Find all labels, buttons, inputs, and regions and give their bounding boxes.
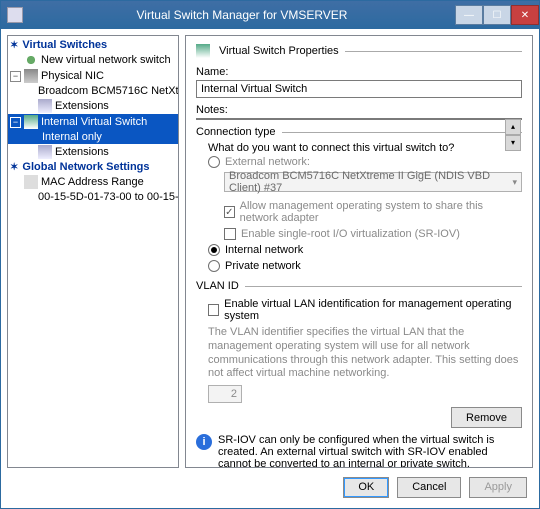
radio-icon: [208, 244, 220, 256]
tree-extensions-2[interactable]: Extensions: [8, 144, 178, 160]
radio-icon: [208, 260, 220, 272]
mac-icon: [24, 175, 38, 189]
external-adapter-combo: Broadcom BCM5716C NetXtreme II GigE (NDI…: [224, 172, 522, 192]
dialog-footer: OK Cancel Apply: [1, 474, 539, 508]
tree-header-global[interactable]: ✶Global Network Settings: [8, 160, 178, 174]
radio-external[interactable]: External network:: [208, 156, 522, 168]
tree-internal-only[interactable]: Internal only: [8, 130, 178, 144]
collapse-icon[interactable]: −: [10, 117, 21, 128]
switch-icon: [196, 44, 210, 58]
app-icon: [7, 7, 23, 23]
plug-icon: [24, 53, 38, 67]
vlan-heading: VLAN ID: [196, 280, 239, 292]
tree-broadcom[interactable]: Broadcom BCM5716C NetXtreme II…: [8, 84, 178, 98]
maximize-button[interactable]: ☐: [483, 5, 511, 25]
switch-icon: [24, 115, 38, 129]
cancel-button[interactable]: Cancel: [397, 477, 461, 498]
name-label: Name:: [196, 66, 522, 78]
remove-button[interactable]: Remove: [451, 407, 522, 428]
tree-extensions-1[interactable]: Extensions: [8, 98, 178, 114]
tree-pane: ✶Virtual Switches New virtual network sw…: [7, 35, 179, 468]
notes-input[interactable]: ▴▾: [196, 118, 522, 120]
collapse-icon[interactable]: −: [10, 71, 21, 82]
info-icon: i: [196, 434, 212, 450]
divider: [245, 286, 522, 287]
ok-button[interactable]: OK: [343, 477, 389, 498]
notes-label: Notes:: [196, 104, 522, 116]
extensions-icon: [38, 99, 52, 113]
tree-header-label: Virtual Switches: [22, 39, 107, 51]
name-input[interactable]: [196, 80, 522, 98]
radio-internal[interactable]: Internal network: [208, 244, 522, 256]
info-text: SR-IOV can only be configured when the v…: [218, 434, 522, 468]
divider: [345, 51, 522, 52]
tree-internal-switch[interactable]: −Internal Virtual Switch: [8, 114, 178, 130]
checkbox-allow-mgmt: Allow management operating system to sha…: [224, 200, 522, 224]
window-title: Virtual Switch Manager for VMSERVER: [29, 8, 455, 22]
properties-heading: Virtual Switch Properties: [219, 45, 339, 57]
checkbox-vlan-enable[interactable]: Enable virtual LAN identification for ma…: [208, 298, 522, 322]
chevron-down-icon: ▾: [512, 177, 517, 188]
extensions-icon: [38, 145, 52, 159]
close-button[interactable]: ✕: [511, 5, 539, 25]
nic-icon: [24, 69, 38, 83]
connection-question: What do you want to connect this virtual…: [208, 142, 522, 154]
checkbox-icon: [208, 304, 219, 316]
vlan-id-input: [208, 385, 242, 403]
radio-private[interactable]: Private network: [208, 260, 522, 272]
checkbox-sriov: Enable single-root I/O virtualization (S…: [224, 228, 522, 240]
tree-header-virtual-switches[interactable]: ✶Virtual Switches: [8, 38, 178, 52]
scroll-down-icon[interactable]: ▾: [505, 135, 521, 151]
properties-pane: Virtual Switch Properties Name: Notes: ▴…: [185, 35, 533, 468]
tree-header-label: Global Network Settings: [22, 161, 149, 173]
tree-mac-range[interactable]: MAC Address Range: [8, 174, 178, 190]
minimize-button[interactable]: —: [455, 5, 483, 25]
checkbox-icon: [224, 228, 236, 240]
apply-button[interactable]: Apply: [469, 477, 527, 498]
checkbox-icon: [224, 206, 235, 218]
vlan-help-text: The VLAN identifier specifies the virtua…: [208, 326, 522, 381]
tree-new-switch[interactable]: New virtual network switch: [8, 52, 178, 68]
tree-physical-nic[interactable]: −Physical NIC: [8, 68, 178, 84]
titlebar: Virtual Switch Manager for VMSERVER — ☐ …: [1, 1, 539, 29]
scroll-up-icon[interactable]: ▴: [505, 119, 521, 135]
tree-mac-range-value[interactable]: 00-15-5D-01-73-00 to 00-15-5D-0…: [8, 190, 178, 204]
radio-icon: [208, 156, 220, 168]
connection-type-heading: Connection type: [196, 126, 276, 138]
divider: [282, 132, 523, 133]
window: Virtual Switch Manager for VMSERVER — ☐ …: [0, 0, 540, 509]
